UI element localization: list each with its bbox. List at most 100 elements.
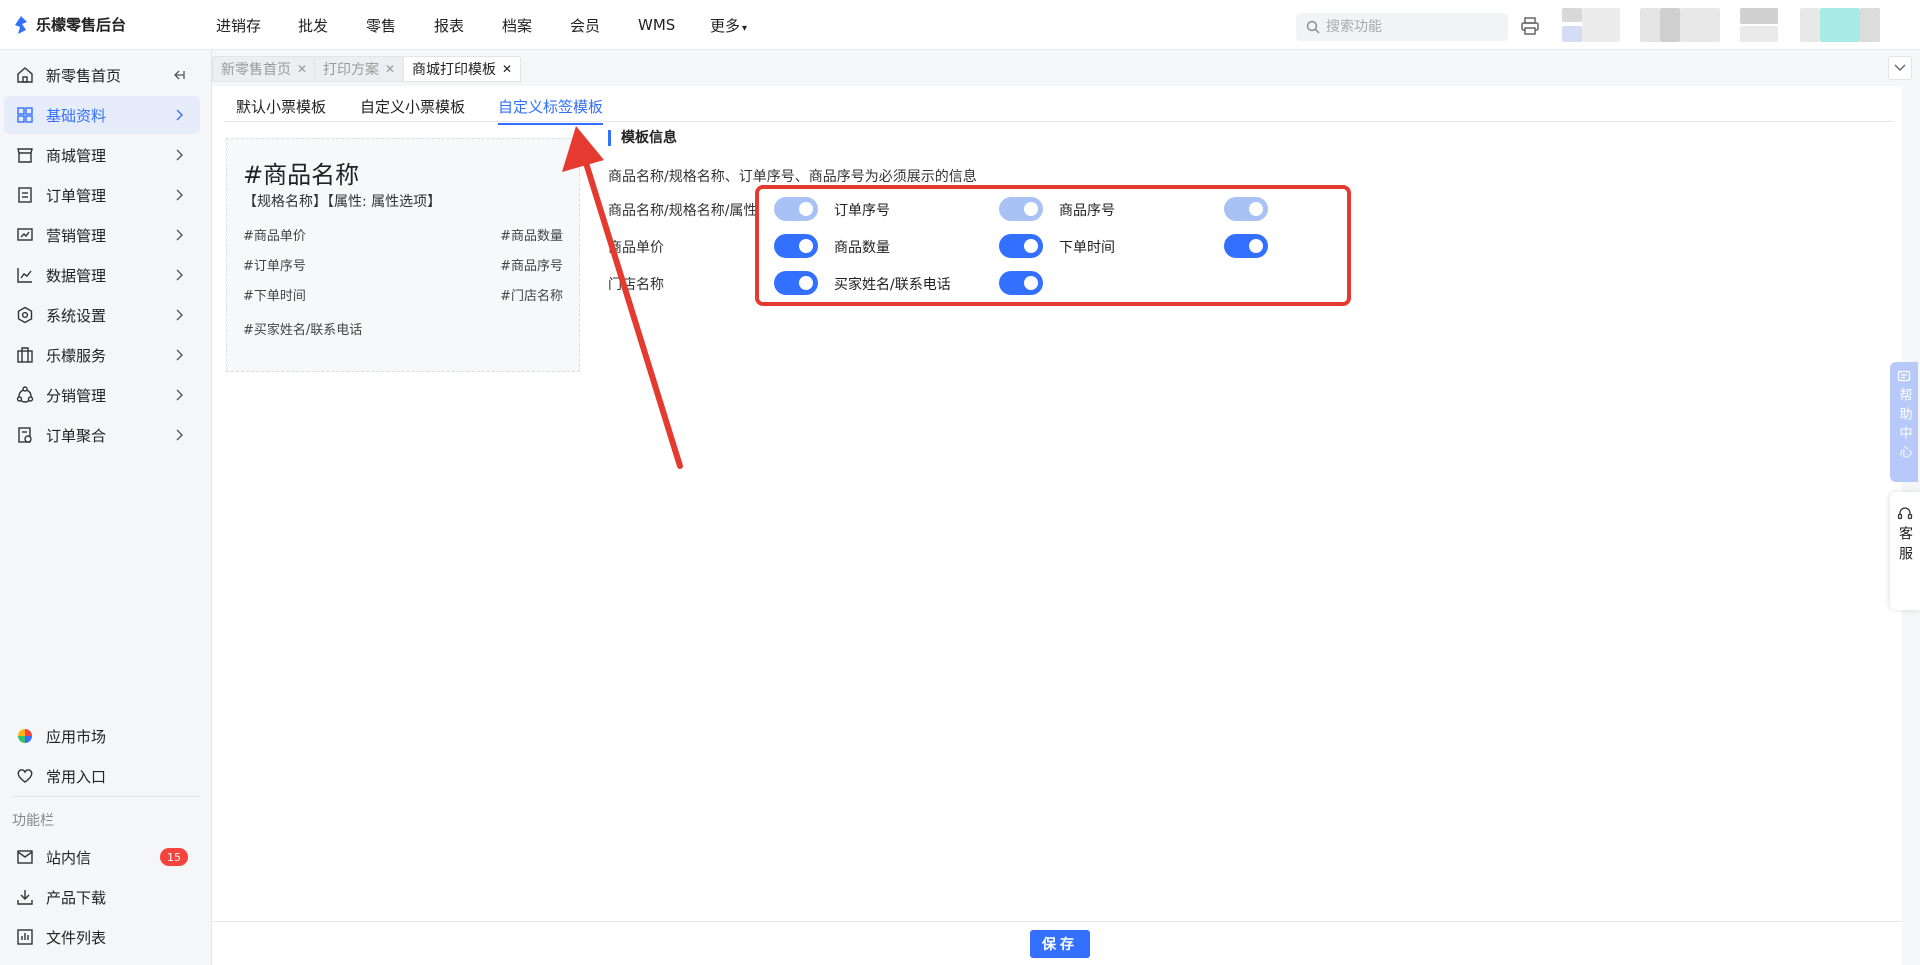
topnav-item-reports[interactable]: 报表	[434, 15, 464, 36]
distribution-icon	[14, 384, 36, 406]
toggle-buyer[interactable]	[999, 271, 1043, 295]
sidebar-item-messages[interactable]: 站内信 15	[4, 838, 200, 876]
topnav-item-archive[interactable]: 档案	[502, 15, 532, 36]
toggle-order-seq	[999, 197, 1043, 221]
template-info-title: 模板信息	[608, 130, 677, 146]
chat-icon	[1897, 370, 1911, 382]
toggle-store-name[interactable]	[774, 271, 818, 295]
subtab-custom-label[interactable]: 自定义标签模板	[498, 96, 604, 125]
toggle-knob	[1249, 202, 1263, 216]
toggle-name-spec	[774, 197, 818, 221]
topnav-item-wholesale[interactable]: 批发	[298, 15, 328, 36]
collapse-sidebar-icon[interactable]	[172, 68, 186, 82]
save-button[interactable]: 保存	[1030, 930, 1090, 958]
close-icon[interactable]: ✕	[297, 62, 307, 76]
topnav-item-inventory[interactable]: 进销存	[216, 15, 261, 36]
sidebar-item-favorites[interactable]: 常用入口	[4, 757, 200, 795]
sidebar-item-product-download[interactable]: 产品下载	[4, 878, 200, 916]
tab-mall-print-template[interactable]: 商城打印模板 ✕	[403, 56, 522, 82]
blurred-user-area	[1800, 8, 1820, 42]
sidebar-item-system-settings[interactable]: 系统设置	[4, 296, 200, 334]
sidebar-item-home[interactable]: 新零售首页	[4, 56, 200, 94]
customer-service-label: 客服	[1897, 526, 1913, 566]
toggle-unit-price[interactable]	[774, 234, 818, 258]
chevron-right-icon	[172, 428, 186, 442]
subtab-custom-receipt[interactable]: 自定义小票模板	[360, 96, 465, 123]
sidebar-item-order-aggregation[interactable]: 订单聚合	[4, 416, 200, 454]
preview-store-name: #门店名称	[500, 289, 563, 304]
subtab-default-receipt[interactable]: 默认小票模板	[236, 96, 326, 123]
search-box[interactable]	[1296, 13, 1508, 41]
home-icon	[14, 64, 36, 86]
close-icon[interactable]: ✕	[385, 62, 395, 76]
sidebar-item-basic-data[interactable]: 基础资料	[4, 96, 200, 134]
chevron-right-icon	[172, 228, 186, 242]
blurred-user-area	[1860, 8, 1880, 42]
blurred-user-area	[1820, 8, 1860, 42]
search-input[interactable]	[1326, 19, 1496, 35]
brand[interactable]: 乐檬零售后台	[14, 14, 126, 35]
footer-bar: 保存	[212, 921, 1902, 965]
preview-quantity: #商品数量	[500, 229, 563, 244]
main-content: 默认小票模板 自定义小票模板 自定义标签模板 #商品名称 【规格名称】【属性: …	[212, 86, 1902, 921]
chevron-right-icon	[172, 268, 186, 282]
blurred-user-area	[1582, 8, 1620, 42]
app-market-icon	[14, 725, 36, 747]
brand-title: 乐檬零售后台	[36, 16, 127, 34]
tab-new-retail-home[interactable]: 新零售首页 ✕	[212, 56, 317, 82]
topnav-item-retail[interactable]: 零售	[366, 15, 396, 36]
sidebar: 新零售首页 基础资料 商城管理 订单管理 营销管理 数据管理 系统设置 乐檬服务	[0, 50, 212, 965]
topnav-item-member[interactable]: 会员	[570, 15, 600, 36]
printer-icon[interactable]	[1520, 16, 1540, 36]
tab-bar: 新零售首页 ✕ 打印方案 ✕ 商城打印模板 ✕	[212, 50, 1920, 86]
sidebar-item-distribution[interactable]: 分销管理	[4, 376, 200, 414]
tab-dropdown-button[interactable]	[1888, 56, 1912, 80]
sidebar-item-label: 系统设置	[46, 306, 107, 325]
sidebar-item-lemeng-service[interactable]: 乐檬服务	[4, 336, 200, 374]
close-icon[interactable]: ✕	[502, 62, 512, 76]
preview-order-seq: #订单序号	[243, 259, 306, 274]
more-label: 更多	[710, 16, 741, 35]
toggle-knob	[799, 202, 813, 216]
headset-icon	[1897, 507, 1913, 520]
toggle-knob	[1024, 276, 1038, 290]
toggle-knob	[799, 276, 813, 290]
preview-spec: 【规格名称】【属性: 属性选项】	[243, 194, 442, 210]
settings-icon	[14, 304, 36, 326]
customer-service-button[interactable]: 客服	[1890, 492, 1920, 610]
tab-label: 打印方案	[323, 62, 379, 78]
sidebar-item-data[interactable]: 数据管理	[4, 256, 200, 294]
sidebar-item-label: 新零售首页	[46, 66, 122, 85]
label-preview: #商品名称 【规格名称】【属性: 属性选项】 #商品单价 #商品数量 #订单序号…	[226, 138, 580, 372]
top-bar: 乐檬零售后台 进销存 批发 零售 报表 档案 会员 WMS 更多 ▾	[0, 0, 1920, 50]
sidebar-item-file-list[interactable]: 文件列表	[4, 918, 200, 956]
topnav-item-wms[interactable]: WMS	[638, 16, 675, 34]
sidebar-item-label: 产品下载	[46, 888, 107, 907]
toggle-label-quantity: 商品数量	[834, 240, 890, 256]
sidebar-item-label: 数据管理	[46, 266, 107, 285]
blurred-user-area	[1740, 8, 1778, 24]
aggregate-icon	[14, 424, 36, 446]
sidebar-item-marketing[interactable]: 营销管理	[4, 216, 200, 254]
search-icon	[1306, 20, 1320, 34]
sidebar-item-app-market[interactable]: 应用市场	[4, 717, 200, 755]
marketing-icon	[14, 224, 36, 246]
row-label-name-spec: 商品名称/规格名称/属性	[608, 203, 756, 219]
help-center-button[interactable]: 帮助中心	[1890, 362, 1918, 482]
tab-label: 商城打印模板	[412, 62, 496, 78]
sidebar-item-label: 商城管理	[46, 146, 107, 165]
toggle-quantity[interactable]	[999, 234, 1043, 258]
blurred-user-area	[1740, 26, 1778, 42]
sidebar-item-label: 营销管理	[46, 226, 107, 245]
topnav-item-more[interactable]: 更多 ▾	[710, 15, 747, 36]
preview-title: #商品名称	[243, 161, 360, 189]
unread-count-badge: 15	[160, 848, 188, 866]
row-label-unit-price: 商品单价	[608, 240, 664, 256]
toggle-order-time[interactable]	[1224, 234, 1268, 258]
sidebar-item-mall[interactable]: 商城管理	[4, 136, 200, 174]
tab-print-scheme[interactable]: 打印方案 ✕	[314, 56, 405, 82]
chevron-right-icon	[172, 188, 186, 202]
sidebar-item-orders[interactable]: 订单管理	[4, 176, 200, 214]
brand-logo-icon	[14, 15, 30, 34]
chart-icon	[14, 264, 36, 286]
